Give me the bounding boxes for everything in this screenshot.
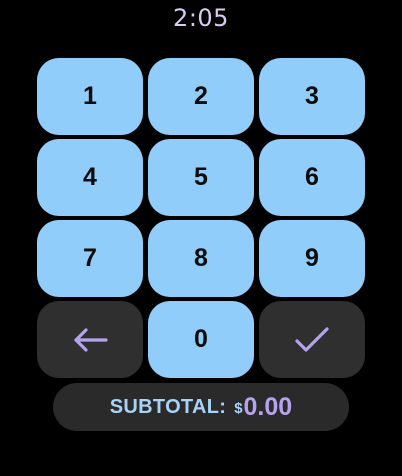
key-2[interactable]: 2 — [148, 58, 254, 135]
key-3[interactable]: 3 — [259, 58, 365, 135]
key-8[interactable]: 8 — [148, 220, 254, 297]
arrow-left-icon — [74, 327, 108, 352]
subtotal-display: SUBTOTAL: $ 0.00 — [53, 383, 349, 431]
clock: 2:05 — [173, 4, 229, 32]
key-0[interactable]: 0 — [148, 301, 254, 378]
screen: 2:05 1 2 3 4 5 6 7 8 9 0 SUBTOTAL: $ 0.0… — [0, 0, 402, 476]
numeric-keypad: 1 2 3 4 5 6 7 8 9 0 — [37, 58, 367, 378]
confirm-button[interactable] — [259, 301, 365, 378]
subtotal-label: SUBTOTAL: — [109, 395, 227, 418]
backspace-button[interactable] — [37, 301, 143, 378]
key-7[interactable]: 7 — [37, 220, 143, 297]
subtotal-amount: 0.00 — [243, 392, 293, 421]
key-5[interactable]: 5 — [148, 139, 254, 216]
key-9[interactable]: 9 — [259, 220, 365, 297]
key-4[interactable]: 4 — [37, 139, 143, 216]
currency-symbol: $ — [234, 399, 243, 417]
key-1[interactable]: 1 — [37, 58, 143, 135]
check-icon — [295, 326, 329, 352]
key-6[interactable]: 6 — [259, 139, 365, 216]
